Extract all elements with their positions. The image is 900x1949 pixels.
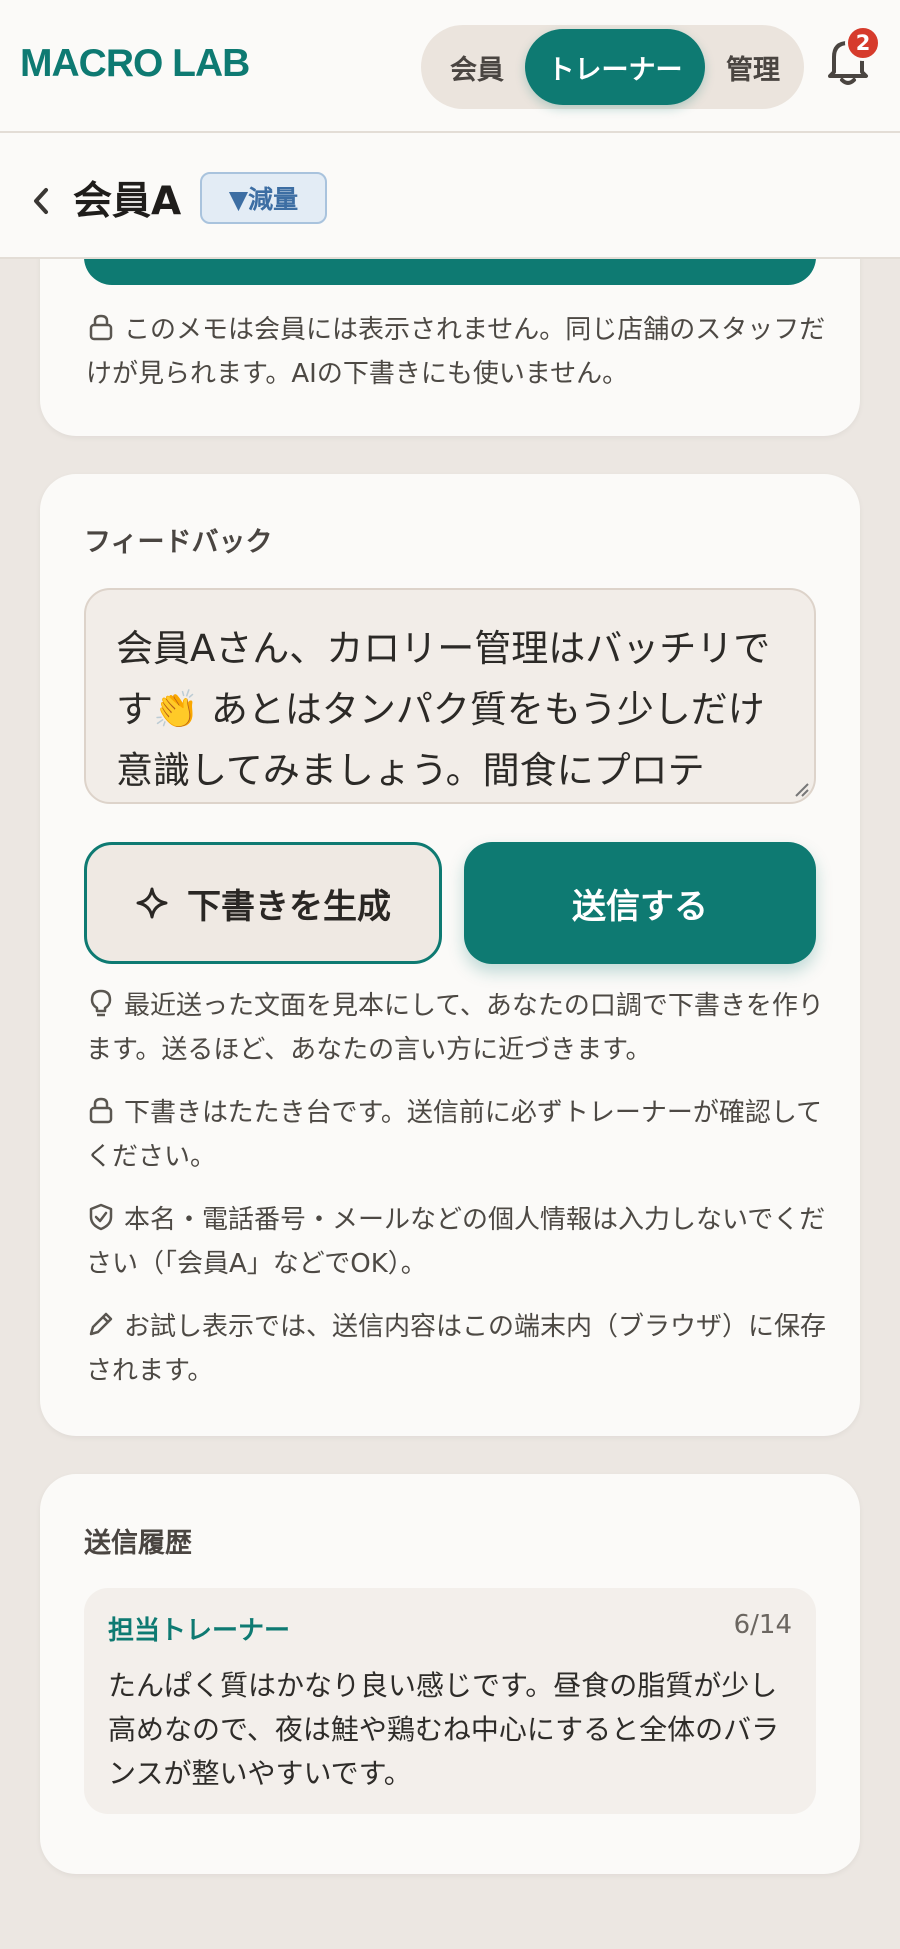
role-switcher: 会員 トレーナー 管理: [421, 25, 804, 109]
feedback-label: フィードバック: [84, 527, 273, 558]
tab-admin[interactable]: 管理: [705, 29, 801, 105]
resize-grip-icon[interactable]: [792, 780, 810, 798]
history-label: 送信履歴: [84, 1528, 192, 1559]
tab-member[interactable]: 会員: [429, 29, 525, 105]
history-item: 担当トレーナー 6/14 たんぱく質はかなり良い感じです。昼食の脂質が少し高めな…: [84, 1588, 816, 1814]
app-root: MACRO LAB 会員 トレーナー 管理 2 会員A ▼減量 このメモは会員に…: [0, 0, 900, 1949]
pencil-icon: [89, 1312, 113, 1336]
shield-check-icon: [89, 1203, 113, 1231]
history-author: 担当トレーナー: [108, 1616, 291, 1646]
feedback-text: 会員Aさん、カロリー管理はバッチリです👏 あとはタンパク質をもう少しだけ意識して…: [116, 627, 771, 792]
note-privacy: 本名・電話番号・メールなどの個人情報は入力しないでください（「会員A」などでOK…: [86, 1198, 826, 1286]
generate-draft-label: 下書きを生成: [187, 886, 391, 927]
note-review: 下書きはたたき台です。送信前に必ずトレーナーが確認してください。: [86, 1091, 826, 1179]
note-review-text: 下書きはたたき台です。送信前に必ずトレーナーが確認してください。: [86, 1098, 823, 1172]
top-bar: MACRO LAB 会員 トレーナー 管理 2: [0, 0, 900, 133]
lock-icon: [89, 1097, 113, 1124]
lightbulb-icon: [90, 989, 112, 1017]
note-storage-text: お試し表示では、送信内容はこの端末内（ブラウザ）に保存されます。: [86, 1312, 827, 1386]
member-name: 会員A: [73, 179, 182, 224]
brand-logo[interactable]: MACRO LAB: [20, 42, 250, 86]
history-date: 6/14: [733, 1610, 792, 1640]
sparkle-icon: [136, 887, 168, 919]
tab-trainer[interactable]: トレーナー: [525, 29, 705, 105]
lock-icon: [89, 314, 113, 341]
note-tone-text: 最近送った文面を見本にして、あなたの口調で下書きを作ります。送るほど、あなたの言…: [86, 991, 824, 1065]
note-privacy-text: 本名・電話番号・メールなどの個人情報は入力しないでください（「会員A」などでOK…: [86, 1205, 826, 1279]
memo-privacy-text: このメモは会員には表示されません。同じ店舗のスタッフだけが見られます。AIの下書…: [86, 315, 826, 389]
note-storage: お試し表示では、送信内容はこの端末内（ブラウザ）に保存されます。: [86, 1305, 826, 1393]
history-text: たんぱく質はかなり良い感じです。昼食の脂質が少し高めなので、夜は鮭や鶏むね中心に…: [108, 1669, 780, 1790]
feedback-textarea[interactable]: 会員Aさん、カロリー管理はバッチリです👏 あとはタンパク質をもう少しだけ意識して…: [84, 588, 816, 804]
memo-privacy-note: このメモは会員には表示されません。同じ店舗のスタッフだけが見られます。AIの下書…: [86, 308, 826, 396]
note-tone: 最近送った文面を見本にして、あなたの口調で下書きを作ります。送るほど、あなたの言…: [86, 984, 826, 1072]
notification-badge: 2: [845, 25, 881, 61]
generate-draft-button[interactable]: 下書きを生成: [84, 842, 442, 964]
send-button[interactable]: 送信する: [464, 842, 816, 964]
goal-badge: ▼減量: [200, 172, 327, 224]
chevron-left-icon[interactable]: [30, 184, 52, 218]
